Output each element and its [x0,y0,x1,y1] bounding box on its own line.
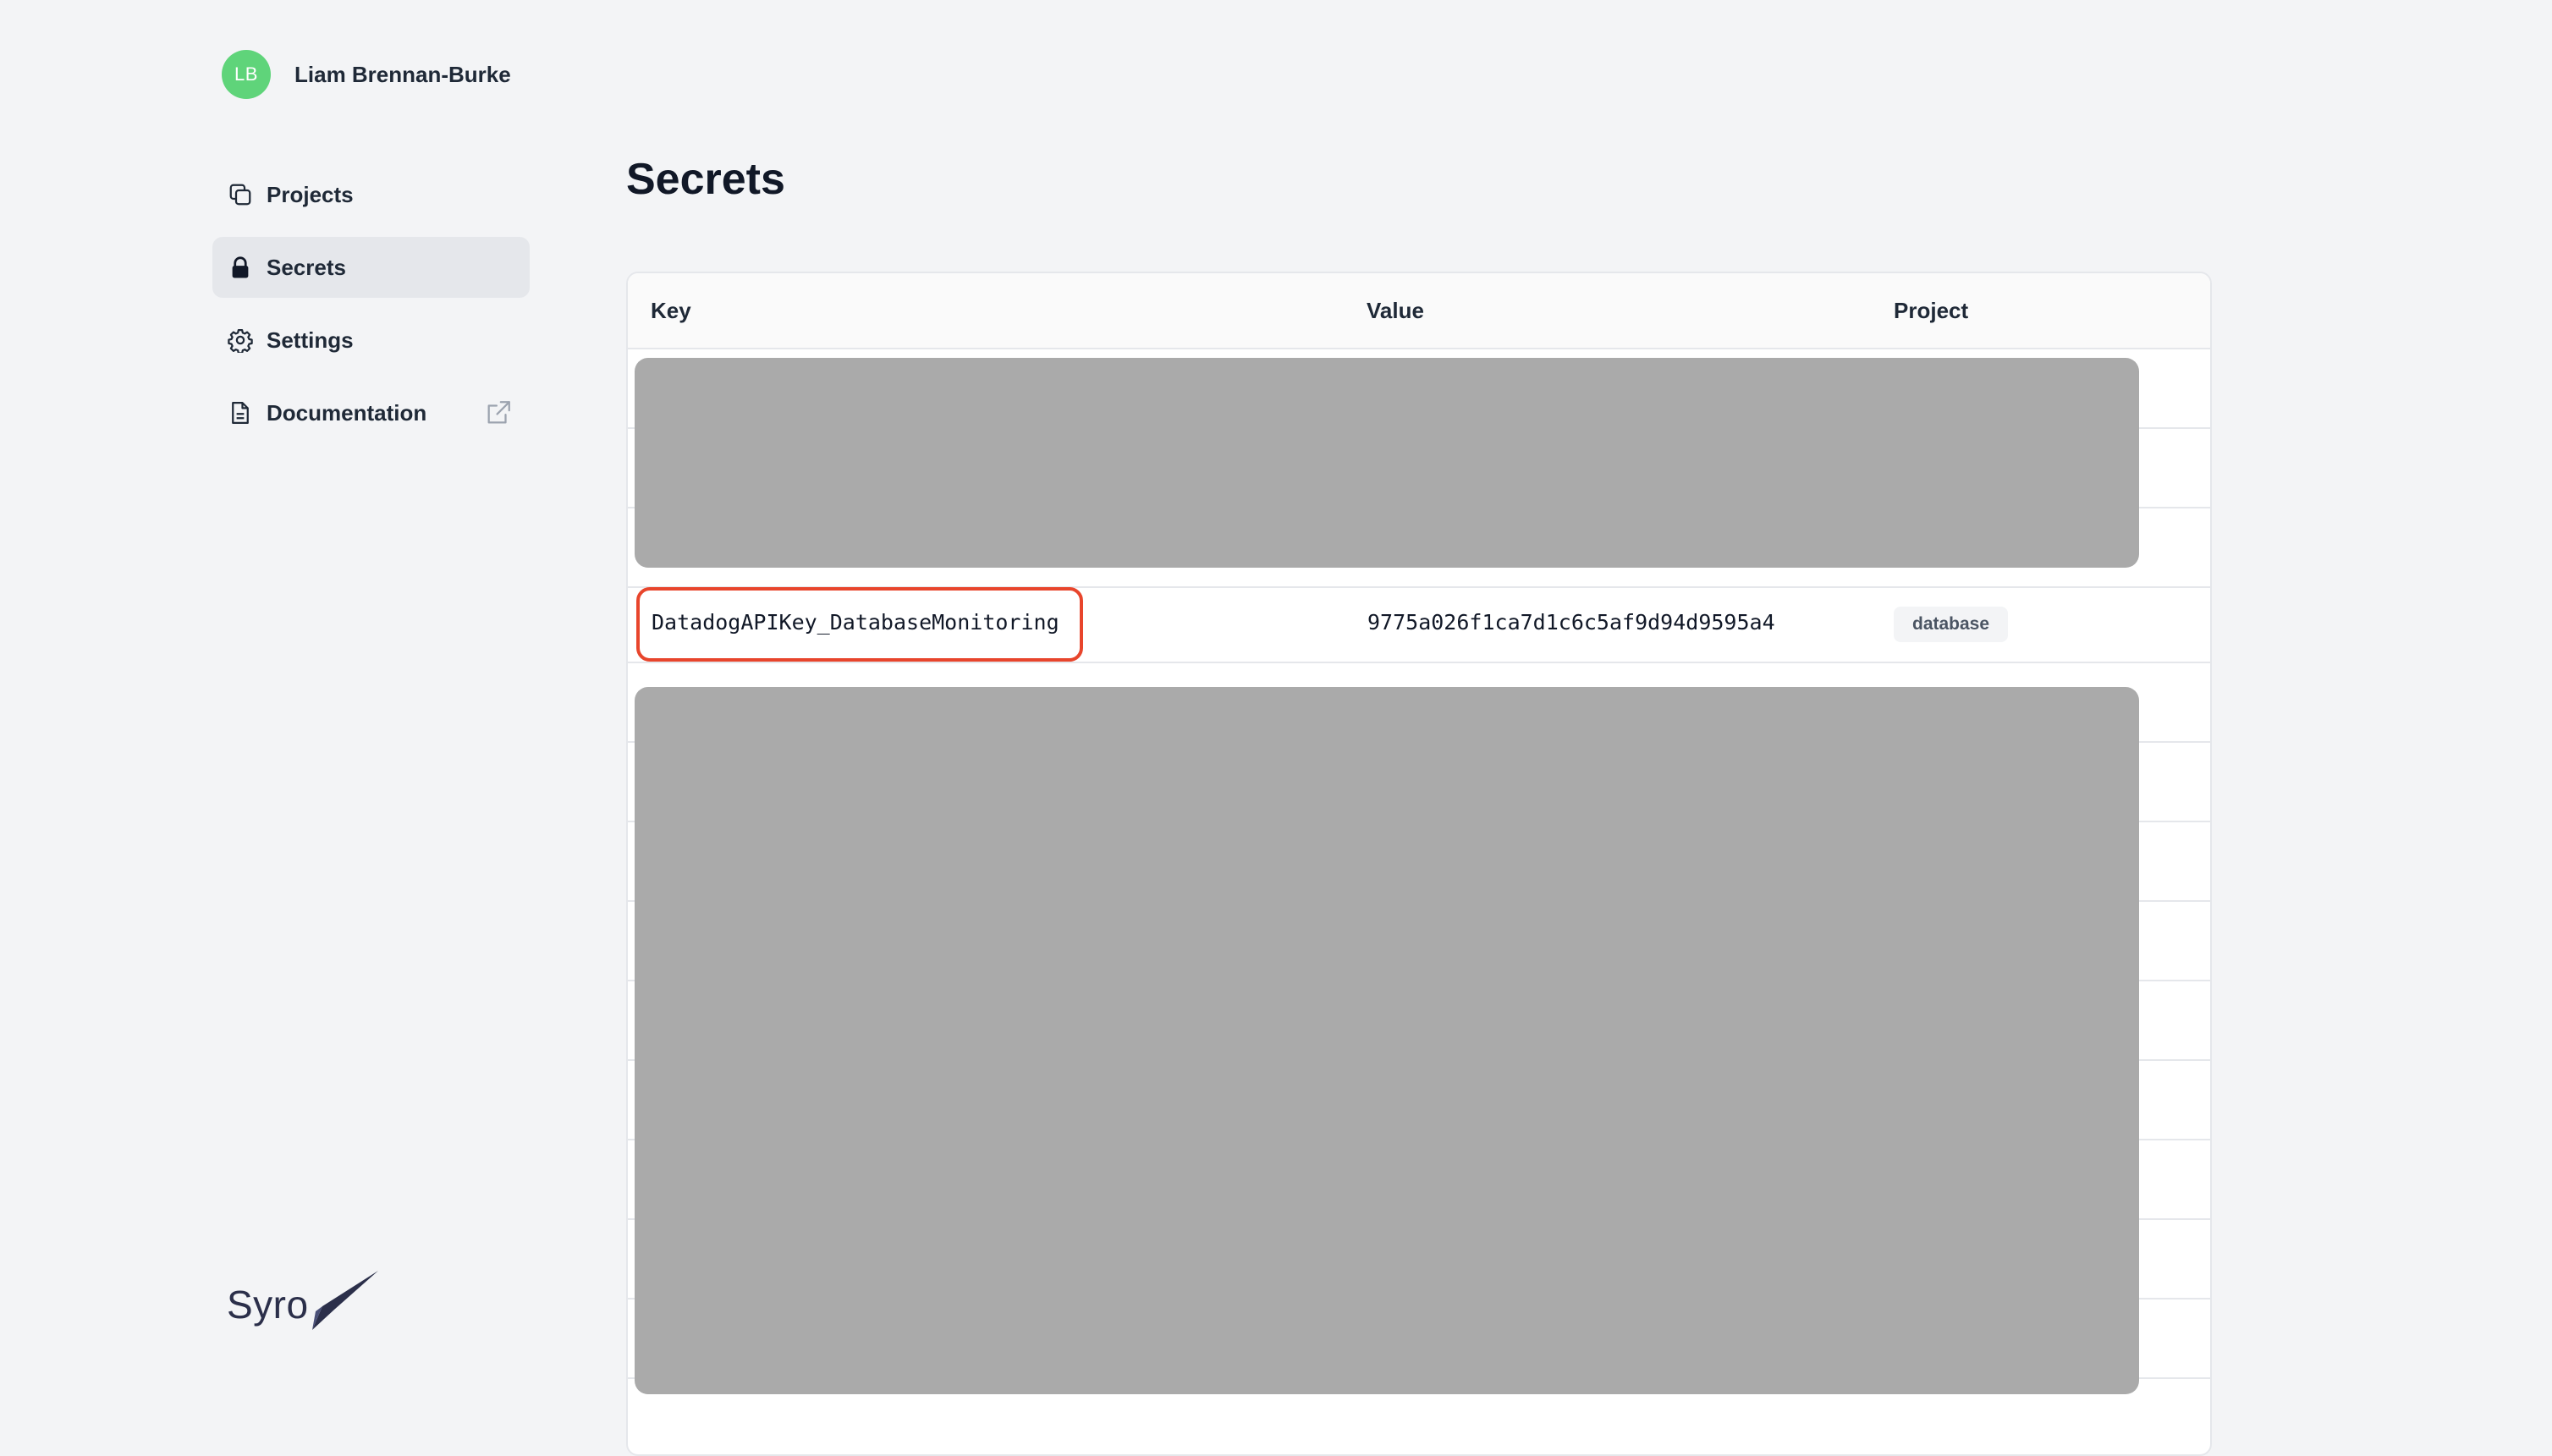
project-badge[interactable]: database [1894,607,2009,642]
sidebar-item-secrets[interactable]: Secrets [212,237,530,298]
user-name: Liam Brennan-Burke [294,61,511,87]
lock-icon [226,253,255,282]
column-header-project: Project [1894,298,1969,323]
user-profile[interactable]: LB Liam Brennan-Burke [222,49,511,100]
projects-icon [226,180,255,209]
avatar[interactable]: LB [222,50,271,99]
gear-icon [226,326,255,354]
page-title: Secrets [626,155,785,204]
sidebar-item-projects[interactable]: Projects [212,164,530,225]
external-link-icon [484,398,513,427]
document-icon [226,398,255,427]
sidebar-item-label: Projects [267,181,354,207]
redaction-block [635,687,2139,1394]
sidebar-item-settings[interactable]: Settings [212,310,530,371]
logo-mark-icon [304,1267,380,1336]
sidebar-item-label: Documentation [267,399,427,426]
column-header-key: Key [651,298,691,323]
column-header-value: Value [1367,298,1424,323]
logo-text: Syro [227,1283,309,1327]
table-header: Key Value Project [628,273,2210,349]
sidebar-item-label: Secrets [267,254,346,280]
sidebar-item-documentation[interactable]: Documentation [212,382,530,443]
highlighted-key-outline [636,587,1083,662]
syro-logo: Syro [227,1270,388,1338]
sidebar-item-label: Settings [267,327,354,353]
sidebar-nav: Projects Secrets Settings Documentation [212,164,530,455]
redaction-block [635,358,2139,568]
secrets-table: Key Value Project DatadogAPIKey_Database… [626,272,2212,1456]
secret-value[interactable]: 9775a026f1ca7d1c6c5af9d94d9595a4 [1367,584,1775,662]
sidebar: LB Liam Brennan-Burke Projects Secrets S… [0,0,592,1403]
